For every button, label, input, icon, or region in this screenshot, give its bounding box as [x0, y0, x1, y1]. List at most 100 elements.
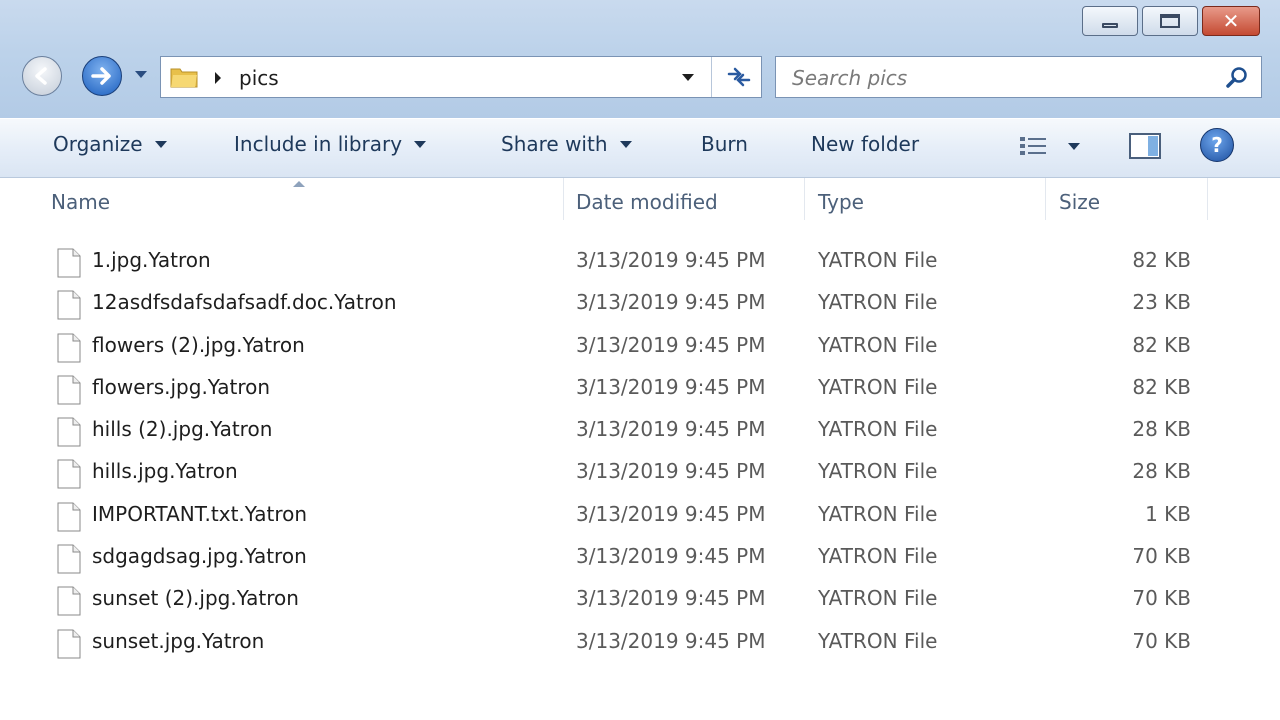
column-header-date[interactable]: Date modified — [576, 190, 718, 214]
column-divider[interactable] — [804, 178, 805, 220]
file-icon — [56, 629, 82, 663]
file-date-modified: 3/13/2019 9:45 PM — [576, 501, 766, 526]
file-date-modified: 3/13/2019 9:45 PM — [576, 628, 766, 653]
window-controls: ✕ — [1078, 6, 1260, 36]
file-icon — [56, 459, 82, 493]
new-folder-label: New folder — [811, 132, 920, 156]
share-with-menu[interactable]: Share with — [501, 132, 632, 156]
file-name[interactable]: 12asdfsdafsdafsadf.doc.Yatron — [92, 290, 397, 314]
file-name[interactable]: hills.jpg.Yatron — [92, 459, 238, 483]
file-date-modified: 3/13/2019 9:45 PM — [576, 417, 766, 442]
file-name[interactable]: 1.jpg.Yatron — [92, 248, 211, 272]
file-size: 82 KB — [1132, 248, 1191, 272]
view-options-icon — [1020, 137, 1046, 155]
maximize-icon — [1160, 14, 1180, 28]
file-icon — [56, 375, 82, 409]
file-type: YATRON File — [818, 586, 938, 611]
refresh-icon — [727, 67, 751, 87]
file-size: 28 KB — [1132, 459, 1191, 484]
column-header-type[interactable]: Type — [818, 190, 864, 214]
file-row[interactable]: 1.jpg.Yatron 3/13/2019 9:45 PM YATRON File… — [0, 240, 1280, 282]
file-size: 28 KB — [1132, 417, 1191, 442]
new-folder-button[interactable]: New folder — [811, 132, 919, 156]
burn-label: Burn — [701, 132, 748, 156]
file-type: YATRON File — [818, 544, 938, 569]
column-divider[interactable] — [1045, 178, 1046, 220]
file-date-modified: 3/13/2019 9:45 PM — [576, 374, 766, 399]
file-row[interactable]: flowers.jpg.Yatron 3/13/2019 9:45 PM YATRO… — [0, 367, 1280, 409]
file-row[interactable]: sunset.jpg.Yatron 3/13/2019 9:45 PM YATRON… — [0, 621, 1280, 663]
file-type: YATRON File — [818, 501, 938, 526]
file-name[interactable]: flowers (2).jpg.Yatron — [92, 333, 305, 357]
file-size: 70 KB — [1132, 586, 1191, 611]
file-type: YATRON File — [818, 332, 938, 357]
file-type: YATRON File — [818, 459, 938, 484]
column-divider[interactable] — [1207, 178, 1208, 220]
column-header-name[interactable]: Name — [51, 190, 110, 214]
address-bar[interactable]: pics — [160, 56, 762, 98]
file-date-modified: 3/13/2019 9:45 PM — [576, 586, 766, 611]
file-row[interactable]: hills.jpg.Yatron 3/13/2019 9:45 PM YATRON … — [0, 451, 1280, 493]
file-type: YATRON File — [818, 628, 938, 653]
file-name[interactable]: IMPORTANT.txt.Yatron — [92, 502, 307, 526]
address-dropdown-icon[interactable] — [681, 73, 695, 83]
search-icon[interactable] — [1225, 66, 1249, 90]
include-in-library-menu[interactable]: Include in library — [234, 132, 427, 156]
organize-menu[interactable]: Organize — [53, 132, 167, 156]
file-size: 82 KB — [1132, 332, 1191, 357]
file-size: 1 KB — [1145, 501, 1191, 526]
file-name[interactable]: flowers.jpg.Yatron — [92, 375, 270, 399]
file-icon — [56, 248, 82, 282]
file-type: YATRON File — [818, 374, 938, 399]
maximize-button[interactable] — [1142, 6, 1198, 36]
file-list: 1.jpg.Yatron 3/13/2019 9:45 PM YATRON File… — [0, 240, 1280, 663]
forward-button[interactable] — [82, 56, 122, 96]
address-divider — [711, 57, 712, 97]
include-label: Include in library — [234, 132, 403, 156]
column-divider[interactable] — [563, 178, 564, 220]
file-name[interactable]: sunset.jpg.Yatron — [92, 629, 264, 653]
breadcrumb-pics[interactable]: pics — [239, 66, 279, 90]
search-placeholder[interactable]: Search pics — [792, 66, 907, 90]
file-date-modified: 3/13/2019 9:45 PM — [576, 332, 766, 357]
chevron-down-icon — [414, 140, 427, 148]
file-row[interactable]: 12asdfsdafsdafsadf.doc.Yatron 3/13/2019 9… — [0, 282, 1280, 324]
back-button[interactable] — [22, 56, 62, 96]
file-type: YATRON File — [818, 290, 938, 315]
file-icon — [56, 290, 82, 324]
folder-icon — [170, 68, 198, 88]
column-header-size[interactable]: Size — [1059, 190, 1100, 214]
help-icon[interactable]: ? — [1200, 128, 1234, 162]
file-name[interactable]: sdgagdsag.jpg.Yatron — [92, 544, 307, 568]
window-frame: ✕ pics Search pics — [0, 0, 1280, 118]
chevron-down-icon[interactable] — [1068, 142, 1080, 150]
file-icon — [56, 417, 82, 451]
share-label: Share with — [501, 132, 608, 156]
file-name[interactable]: sunset (2).jpg.Yatron — [92, 586, 299, 610]
file-date-modified: 3/13/2019 9:45 PM — [576, 544, 766, 569]
minimize-icon — [1102, 22, 1118, 28]
preview-pane-icon[interactable] — [1128, 131, 1162, 161]
file-row[interactable]: IMPORTANT.txt.Yatron 3/13/2019 9:45 PM YAT… — [0, 494, 1280, 536]
burn-button[interactable]: Burn — [701, 132, 748, 156]
file-row[interactable]: flowers (2).jpg.Yatron 3/13/2019 9:45 PM Y… — [0, 325, 1280, 367]
search-box[interactable]: Search pics — [775, 56, 1262, 98]
file-row[interactable]: sdgagdsag.jpg.Yatron 3/13/2019 9:45 PM YAT… — [0, 536, 1280, 578]
minimize-button[interactable] — [1082, 6, 1138, 36]
close-button[interactable]: ✕ — [1202, 6, 1260, 36]
breadcrumb-arrow-icon[interactable] — [213, 70, 223, 86]
forward-arrow-icon — [91, 67, 111, 85]
file-size: 82 KB — [1132, 374, 1191, 399]
sort-ascending-icon — [293, 181, 305, 187]
command-bar: Organize Include in library Share with B… — [0, 118, 1280, 178]
file-type: YATRON File — [818, 248, 938, 272]
file-icon — [56, 502, 82, 536]
recent-pages-dropdown[interactable] — [134, 70, 148, 80]
file-row[interactable]: sunset (2).jpg.Yatron 3/13/2019 9:45 PM YA… — [0, 578, 1280, 620]
file-date-modified: 3/13/2019 9:45 PM — [576, 290, 766, 315]
file-name[interactable]: hills (2).jpg.Yatron — [92, 417, 272, 441]
change-view-button[interactable] — [1018, 135, 1080, 157]
refresh-button[interactable] — [721, 63, 757, 91]
file-row[interactable]: hills (2).jpg.Yatron 3/13/2019 9:45 PM YAT… — [0, 409, 1280, 451]
file-icon — [56, 586, 82, 620]
